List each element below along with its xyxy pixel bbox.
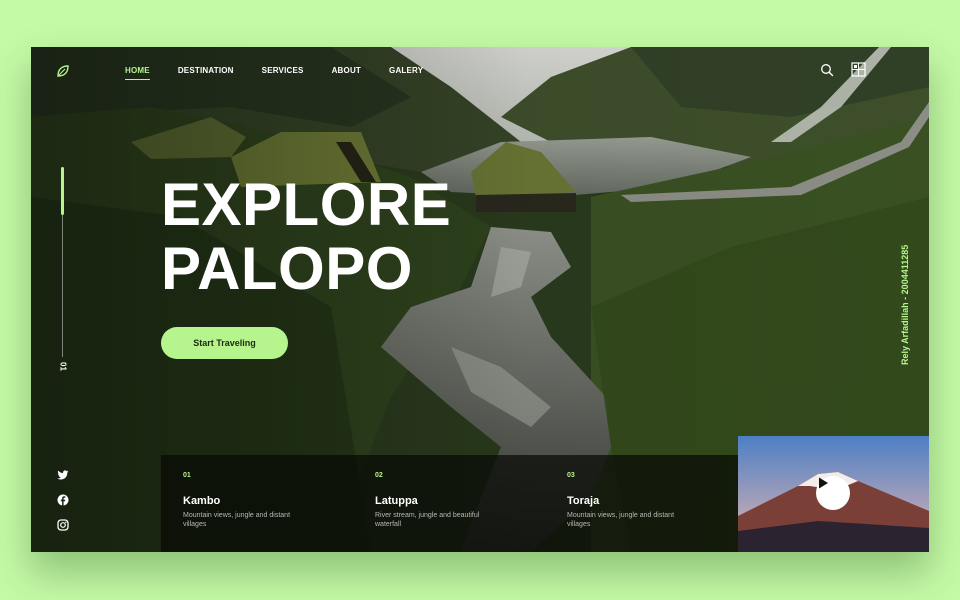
destination-card-latuppa[interactable]: 02 Latuppa River stream, jungle and beau… (353, 455, 545, 552)
destination-description: Mountain views, jungle and distant villa… (567, 512, 675, 528)
video-thumbnail[interactable] (738, 436, 929, 552)
leaf-icon[interactable] (55, 63, 71, 79)
destination-cards: 01 Kambo Mountain views, jungle and dist… (161, 455, 738, 552)
destination-title: Latuppa (375, 495, 418, 507)
destination-card-kambo[interactable]: 01 Kambo Mountain views, jungle and dist… (161, 455, 353, 552)
nav-item-destination[interactable]: DESTINATION (178, 66, 234, 75)
play-button[interactable] (816, 476, 850, 510)
twitter-icon[interactable] (57, 469, 69, 481)
hero-section: HOME DESTINATION SERVICES ABOUT GALERY 0… (31, 47, 929, 552)
destination-number: 03 (567, 472, 575, 479)
hero-title-line-1: EXPLORE (161, 171, 452, 238)
destination-title: Toraja (567, 495, 600, 507)
nav-item-home[interactable]: HOME (125, 66, 150, 80)
instagram-icon[interactable] (57, 519, 69, 531)
facebook-icon[interactable] (57, 494, 69, 506)
search-icon[interactable] (820, 63, 834, 77)
nav-item-services[interactable]: SERVICES (262, 66, 304, 75)
destination-description: River stream, jungle and beautiful water… (375, 512, 480, 528)
hero-title: EXPLORE PALOPO (161, 173, 451, 301)
nav-item-galery[interactable]: GALERY (389, 66, 423, 75)
destination-card-toraja[interactable]: 03 Toraja Mountain views, jungle and dis… (545, 455, 737, 552)
destination-title: Kambo (183, 495, 221, 507)
gallery-icon[interactable] (851, 62, 866, 77)
author-credit-text: Rely Arfadillah - 2004411285 (900, 244, 910, 365)
play-icon (819, 477, 828, 489)
nav-item-about[interactable]: ABOUT (332, 66, 361, 75)
main-nav: HOME DESTINATION SERVICES ABOUT GALERY (125, 66, 423, 80)
slider-progress-fill (61, 167, 64, 215)
destination-number: 02 (375, 472, 383, 479)
destination-description: Mountain views, jungle and distant villa… (183, 512, 291, 528)
hero-title-line-2: PALOPO (161, 235, 413, 302)
start-traveling-button[interactable]: Start Traveling (161, 327, 288, 359)
destination-number: 01 (183, 472, 191, 479)
slider-current-number: 01 (58, 362, 68, 371)
